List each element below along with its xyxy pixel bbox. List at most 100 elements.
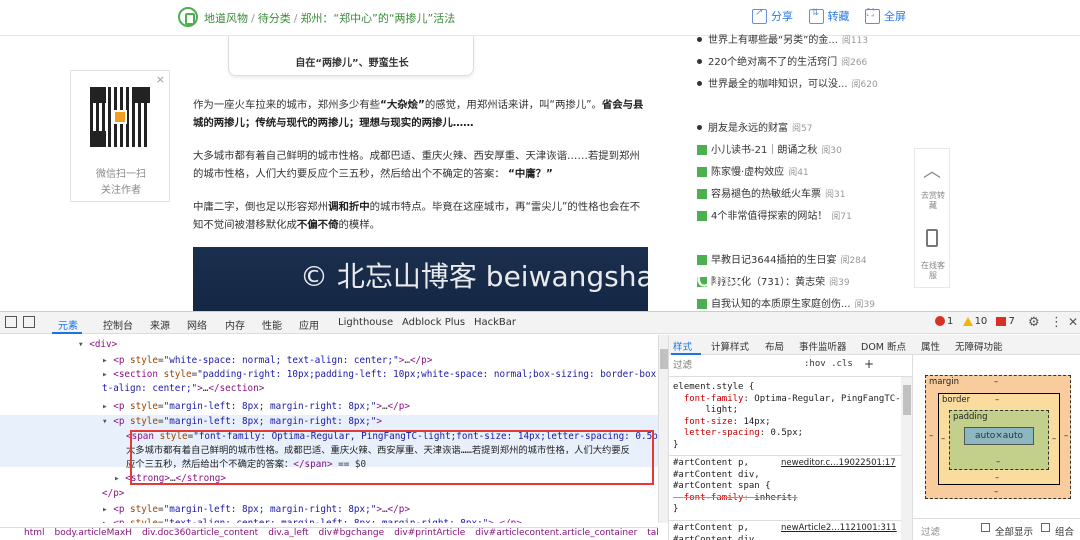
css-rule[interactable]: #artContent p,#artContent div,#artConten… <box>673 458 798 516</box>
styles-tab[interactable]: 事件监听器 <box>799 339 847 353</box>
devtools-tab[interactable]: 来源 <box>150 317 170 332</box>
share-icon <box>752 7 767 24</box>
dom-node-line[interactable]: </p> <box>0 487 658 501</box>
bullet-icon <box>697 125 702 130</box>
sidebar-item-title[interactable]: 朋友是永远的财富 <box>708 123 788 134</box>
doc-icon <box>697 189 707 199</box>
sidebar-item-reads: 阅71 <box>831 212 852 222</box>
sidebar-item-title[interactable]: 容易褪色的热敏纸火车票 <box>711 189 821 200</box>
show-all-checkbox[interactable] <box>981 523 990 532</box>
chevron-up-icon[interactable]: ︿ <box>923 157 941 183</box>
devtools-tab[interactable]: HackBar <box>474 317 516 328</box>
float-label-mobile[interactable]: 在线客服 <box>919 261 947 281</box>
sidebar-item[interactable]: 4个非常值得探索的网站！ 阅71 <box>695 208 905 230</box>
devtools-counters[interactable]: 1 10 7 <box>935 316 1021 327</box>
devtools-tab[interactable]: 网络 <box>187 317 207 332</box>
devtools-panel: 元素 控制台 来源 网络 内存 性能 应用 Lighthouse Adblock Plus Hac… <box>0 311 1080 540</box>
sidebar-item-title[interactable]: 220个绝对离不了的生活窍门 <box>708 57 837 68</box>
paragraph-3: 中庸二字，倒也足以形容郑州调和折中的城市特点。毕竟在这座城市，再“雷尖儿”的性格… <box>193 201 641 231</box>
sidebar-item-reads: 阅113 <box>841 36 869 46</box>
share-button[interactable]: 分享 <box>752 7 793 24</box>
sidebar-item[interactable]: 小儿读书-21｜朗诵之秋 阅30 <box>695 142 905 164</box>
sidebar-item-title[interactable]: 自我认知的本质原生家庭创伤... <box>711 299 851 310</box>
stylesheet-link[interactable]: neweditor.c…19022501:17 <box>781 458 896 468</box>
styles-tab[interactable]: 样式 <box>673 339 692 353</box>
float-label-top[interactable]: 去赏转藏 <box>919 191 947 211</box>
sidebar-item[interactable]: 陈家慢·虚构效应 阅41 <box>695 164 905 186</box>
styles-tab[interactable]: 布局 <box>765 339 784 353</box>
sidebar-item[interactable]: 世界上有哪些最“另类”的金... 阅113 <box>695 32 905 54</box>
devtools-tab[interactable]: Lighthouse <box>338 317 393 328</box>
close-icon[interactable]: ✕ <box>1068 315 1078 329</box>
dom-crumb[interactable]: div#bgchange <box>319 528 385 538</box>
sidebar-item-title[interactable]: 世界最全的咖啡知识，可以没... <box>708 79 848 90</box>
devtools-tab[interactable]: Adblock Plus <box>402 317 465 328</box>
dom-node-line[interactable]: ▸ <p style="margin-left: 8px; margin-rig… <box>0 400 658 414</box>
styles-tab[interactable]: DOM 断点 <box>861 339 906 353</box>
save-button[interactable]: 转藏 <box>808 8 850 24</box>
message-icon <box>996 316 1007 326</box>
sidebar-item[interactable]: 世界最全的咖啡知识，可以没... 阅620 <box>695 76 905 98</box>
dom-node-line[interactable]: t-align: center;">…</section> <box>0 382 658 396</box>
error-count: 1 <box>935 316 953 327</box>
site-logo-icon[interactable] <box>178 7 198 27</box>
dom-node-line[interactable]: ▾ <div> <box>0 338 658 352</box>
dom-crumb[interactable]: div#articlecontent.article_container <box>475 528 637 538</box>
fullscreen-icon <box>865 8 880 24</box>
sidebar-item-title[interactable]: 世界上有哪些最“另类”的金... <box>708 35 838 46</box>
group-checkbox[interactable] <box>1041 523 1050 532</box>
devtools-tab[interactable]: 应用 <box>299 317 319 332</box>
paragraph-1: 作为一座火车拉来的城市，郑州多少有些“大杂烩”的感觉，用郑州话来讲，叫“两掺儿”… <box>193 99 644 129</box>
dom-crumb[interactable]: div.a_left <box>268 528 308 538</box>
elements-tree[interactable]: ▾ <div> ▸ <p style="white-space: normal; … <box>0 335 658 523</box>
devtools-tab[interactable]: 性能 <box>262 317 282 332</box>
breadcrumb-home[interactable]: 地道风物 <box>204 12 248 25</box>
group-label: 组合 <box>1055 527 1075 538</box>
hov-cls-toggle[interactable]: :hov .cls <box>804 359 853 369</box>
sidebar-item-reads: 阅284 <box>840 256 867 266</box>
devtools-tab[interactable]: 元素 <box>58 317 78 332</box>
elements-scrollbar[interactable] <box>658 335 668 523</box>
dom-node-line[interactable]: ▸ <p style="margin-left: 8px; margin-rig… <box>0 503 658 517</box>
css-rule[interactable]: #artContent p,#artContent div,#artConten… <box>673 523 771 540</box>
dom-crumb[interactable]: html <box>24 528 45 538</box>
dom-node-line[interactable]: ▸ <p style="text-align: center; margin-l… <box>0 517 658 523</box>
dom-node-line[interactable]: ▸ <section style="padding-right: 10px;pa… <box>0 368 658 382</box>
device-toggle-icon[interactable] <box>23 316 35 328</box>
gear-icon[interactable]: ⚙ <box>1028 315 1040 330</box>
dom-node-line[interactable]: ▾ <p style="margin-left: 8px; margin-rig… <box>0 415 658 429</box>
phone-icon[interactable] <box>926 229 938 247</box>
close-icon[interactable]: × <box>156 73 165 86</box>
sidebar-item-reads: 阅620 <box>851 80 878 90</box>
inspect-icon[interactable] <box>5 316 17 328</box>
css-rule[interactable]: element.style { font-family: Optima-Regu… <box>673 382 901 452</box>
dom-node-line[interactable]: ▸ <p style="white-space: normal; text-al… <box>0 354 658 368</box>
dom-crumb[interactable]: table <box>647 528 658 538</box>
share-label: 分享 <box>771 10 793 23</box>
floating-toolbar: ︿ 去赏转藏 在线客服 <box>914 148 950 288</box>
sidebar-item-title[interactable]: 陈家慢·虚构效应 <box>711 167 784 178</box>
styles-tab[interactable]: 无障碍功能 <box>955 339 1003 353</box>
dom-crumb[interactable]: body.articleMaxH <box>55 528 132 538</box>
dom-crumb[interactable]: div#printArticle <box>394 528 465 538</box>
sidebar-item[interactable]: 220个绝对离不了的生活窍门 阅266 <box>695 54 905 76</box>
bullet-icon <box>697 59 702 64</box>
breadcrumb-category[interactable]: 待分类 <box>258 12 291 25</box>
styles-tab[interactable]: 计算样式 <box>711 339 749 353</box>
styles-tabbar: 样式 计算样式 布局 事件监听器 DOM 断点 属性 无障碍功能 <box>669 335 1080 355</box>
computed-filter-input[interactable]: 过滤 <box>921 524 940 538</box>
stylesheet-link[interactable]: newArticle2…1121001:311 <box>781 523 897 533</box>
dom-crumb[interactable]: div.doc360article_content <box>142 528 258 538</box>
sidebar-item-title[interactable]: 4个非常值得探索的网站！ <box>711 211 827 222</box>
sidebar-item-title[interactable]: 小儿读书-21｜朗诵之秋 <box>711 145 817 156</box>
sidebar-item[interactable]: 容易褪色的热敏纸火车票 阅31 <box>695 186 905 208</box>
styles-tab[interactable]: 属性 <box>921 339 940 353</box>
devtools-tab[interactable]: 内存 <box>225 317 245 332</box>
styles-filter-input[interactable] <box>673 358 783 373</box>
sidebar-item[interactable]: 朋友是永远的财富 阅57 <box>695 120 905 142</box>
more-icon[interactable]: ⋮ <box>1050 315 1063 330</box>
annotation-box <box>130 430 654 485</box>
fullscreen-button[interactable]: 全屏 <box>865 8 906 24</box>
devtools-tab[interactable]: 控制台 <box>103 317 133 332</box>
add-rule-icon[interactable]: + <box>864 357 874 371</box>
